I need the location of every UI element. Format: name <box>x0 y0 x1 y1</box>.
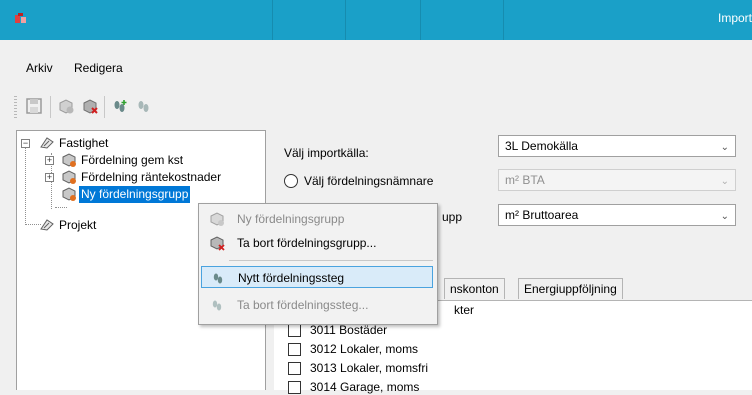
list-header: kter <box>454 303 475 317</box>
toolbar-separator <box>104 96 105 118</box>
divisor-select-value: m² BTA <box>505 173 545 187</box>
menu-redigera[interactable]: Redigera <box>74 61 123 75</box>
tree-label: Fördelning gem kst <box>81 153 184 167</box>
project-icon <box>39 217 55 233</box>
group-icon <box>61 186 77 202</box>
tree-line <box>25 145 26 225</box>
toolbar-grip[interactable] <box>14 96 17 118</box>
checkbox[interactable] <box>288 381 301 394</box>
delete-group-icon <box>83 99 98 114</box>
group-icon <box>61 169 77 185</box>
source-select[interactable]: 3L Demokälla ⌄ <box>498 135 736 157</box>
chevron-down-icon: ⌄ <box>720 142 729 153</box>
window-title: Import <box>717 11 752 25</box>
toolbar-separator <box>50 96 51 118</box>
delete-step-button[interactable] <box>134 96 154 116</box>
chevron-down-icon: ⌄ <box>720 211 729 222</box>
add-step-icon <box>210 270 226 286</box>
titlebar-separator <box>420 0 421 40</box>
source-select-value: 3L Demokälla <box>505 139 578 153</box>
add-group-icon <box>209 211 225 227</box>
context-menu: Ny fördelningsgrupp Ta bort fördelningsg… <box>198 203 438 325</box>
titlebar-separator <box>503 0 504 40</box>
checkbox[interactable] <box>288 324 301 337</box>
source-label: Välj importkälla: <box>284 146 369 160</box>
add-group-icon <box>59 99 74 114</box>
radio-valj-fordelningsnamnare[interactable] <box>284 174 298 188</box>
property-icon <box>39 135 55 151</box>
menu-item-nytt-fordelningssteg[interactable]: Nytt fördelningssteg <box>201 266 433 288</box>
delete-group-button[interactable] <box>80 96 100 116</box>
toolbar <box>0 76 752 128</box>
group-divisor-select[interactable]: m² Bruttoarea ⌄ <box>498 204 736 226</box>
expand-toggle[interactable]: + <box>45 156 54 165</box>
menu-item-ta-bort-fordelningssteg[interactable]: Ta bort fördelningssteg... <box>201 294 433 316</box>
divisor-select[interactable]: m² BTA ⌄ <box>498 169 736 191</box>
tree-label: Fastighet <box>59 136 109 150</box>
collapse-toggle[interactable]: − <box>21 139 30 148</box>
tree-label-selected: Ny fördelningsgrupp <box>77 185 192 204</box>
delete-group-icon <box>209 235 225 251</box>
add-step-button[interactable] <box>110 96 130 116</box>
radio2-label: upp <box>442 210 463 224</box>
expand-toggle[interactable]: + <box>45 173 54 182</box>
chevron-down-icon: ⌄ <box>720 176 729 187</box>
tab-konton[interactable]: nskonton <box>444 278 505 299</box>
menu-item-ny-fordelningsgrupp[interactable]: Ny fördelningsgrupp <box>201 208 433 230</box>
titlebar-separator <box>345 0 346 40</box>
menu-item-ta-bort-fordelningsgrupp[interactable]: Ta bort fördelningsgrupp... <box>201 232 433 254</box>
title-bar: Import <box>0 0 752 40</box>
tree-line <box>55 207 67 208</box>
radio1-label: Välj fördelningsnämnare <box>304 174 434 188</box>
checkbox[interactable] <box>288 343 301 356</box>
menu-arkiv[interactable]: Arkiv <box>26 61 53 75</box>
group-divisor-select-value: m² Bruttoarea <box>505 208 579 222</box>
tab-energiuppfoljning[interactable]: Energiuppföljning <box>518 278 623 299</box>
save-button[interactable] <box>24 96 44 116</box>
titlebar-separator <box>272 0 273 40</box>
delete-step-icon <box>209 297 225 313</box>
tree-label: Projekt <box>59 218 97 232</box>
menu-separator <box>229 260 433 261</box>
add-group-button[interactable] <box>56 96 76 116</box>
menu-bar: Arkiv Redigera <box>0 40 752 76</box>
tree-label: Fördelning räntekostnader <box>81 170 222 184</box>
app-icon <box>14 12 28 29</box>
save-icon <box>26 98 42 114</box>
add-step-icon <box>114 100 127 112</box>
delete-step-icon <box>138 101 149 112</box>
group-icon <box>61 152 77 168</box>
checkbox[interactable] <box>288 362 301 375</box>
